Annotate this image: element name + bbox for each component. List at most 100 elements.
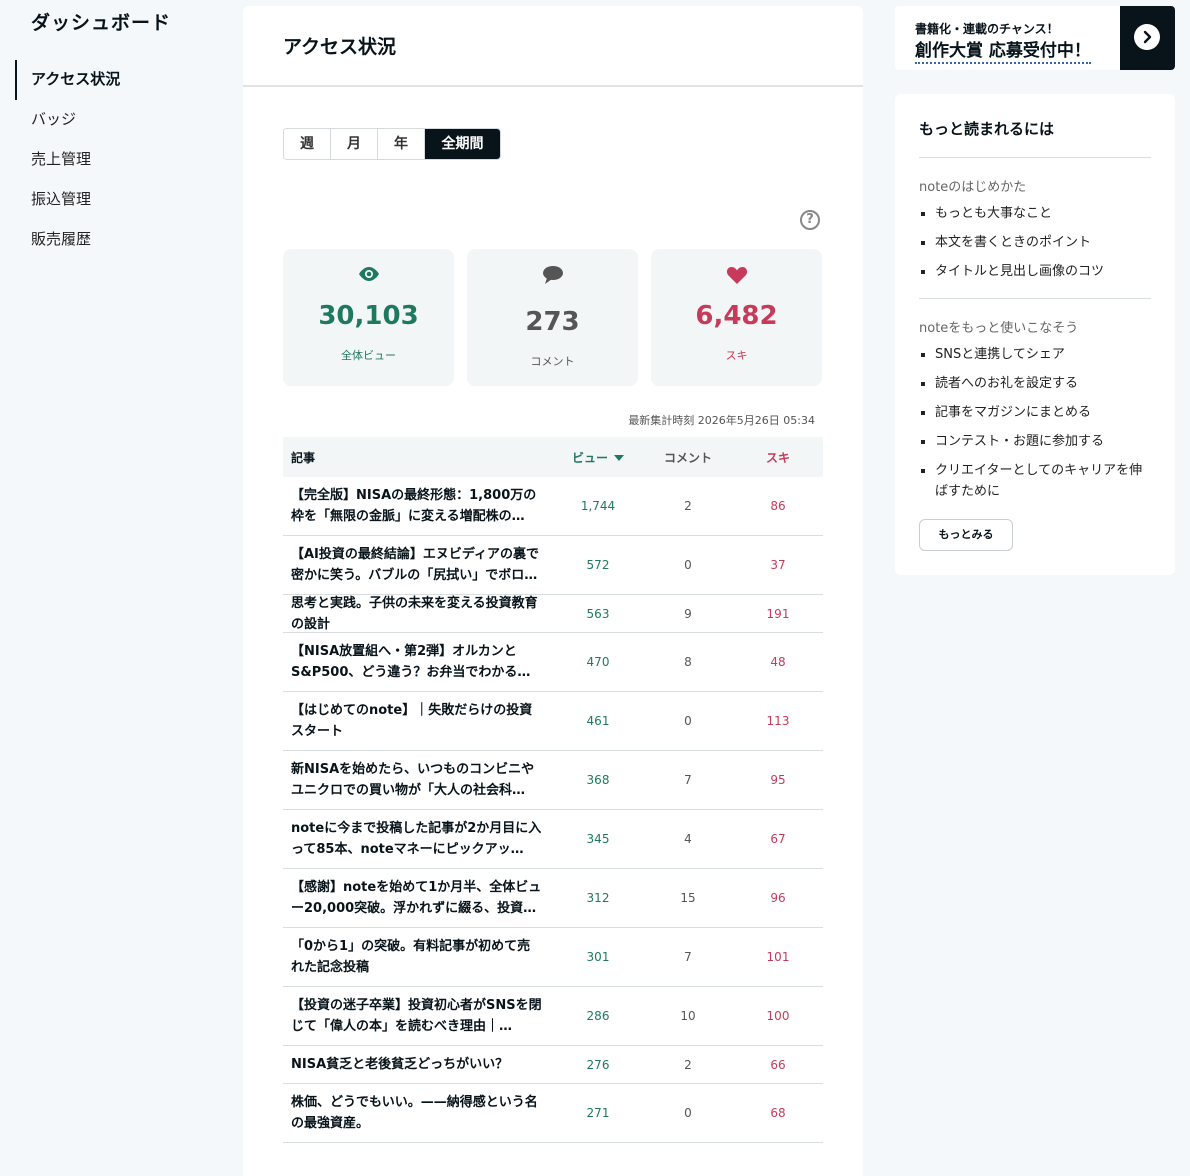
article-comments: 8	[684, 655, 692, 669]
article-likes: 37	[770, 558, 786, 572]
article-views: 470	[586, 655, 610, 669]
table-row[interactable]: 「0から1」の突破。有料記事が初めて売れた記念投稿 301 7 101	[283, 928, 823, 987]
period-tabs: 週 月 年 全期間	[283, 128, 501, 160]
table-row[interactable]: 【投資の迷子卒業】投資初心者がSNSを閉じて「偉人の本」を読むべき理由｜… 286…	[283, 987, 823, 1046]
article-likes: 66	[770, 1057, 786, 1072]
article-views: 563	[586, 606, 610, 621]
tab-month[interactable]: 月	[331, 129, 378, 159]
table-row[interactable]: 新NISAを始めたら、いつものコンビニやユニクロでの買い物が「大人の社会科… 36…	[283, 751, 823, 810]
article-comments: 9	[684, 606, 692, 621]
table-row[interactable]: 【AI投資の最終結論】エヌビディアの裏で密かに笑う。バブルの「尻拭い」でボロ… 5…	[283, 536, 823, 595]
more-button[interactable]: もっとみる	[919, 519, 1013, 551]
table-row[interactable]: 思考と実践。子供の未来を変える投資教育の設計 563 9 191	[283, 595, 823, 633]
article-views: 301	[586, 950, 610, 964]
article-title: 新NISAを始めたら、いつものコンビニやユニクロでの買い物が「大人の社会科…	[291, 762, 535, 798]
sidebar-title: ダッシュボード	[31, 12, 172, 34]
comments-card: 273 コメント	[467, 249, 638, 386]
tab-all-time[interactable]: 全期間	[425, 129, 500, 159]
article-likes: 113	[766, 714, 790, 728]
article-title: 【完全版】NISAの最終形態：1,800万の枠を「無限の金脈」に変える増配株の…	[291, 488, 537, 524]
likes-card: 6,482 スキ	[651, 249, 822, 386]
article-comments: 10	[680, 1009, 696, 1023]
banner-title: 創作大賞 応募受付中！	[915, 36, 1091, 64]
tips-list-advanced: SNSと連携してシェア 読者へのお礼を設定する 記事をマガジンにまとめる コンテ…	[935, 344, 1155, 510]
article-likes: 86	[770, 499, 786, 513]
stats-cards: 30,103 全体ビュー 273 コメント 6,482 スキ	[283, 249, 822, 386]
article-comments: 2	[684, 1057, 692, 1072]
article-likes: 96	[770, 891, 786, 905]
tip-link[interactable]: もっとも大事なこと	[935, 203, 1155, 224]
heart-icon	[651, 265, 822, 287]
article-views: 368	[586, 773, 610, 787]
divider	[919, 157, 1151, 158]
sidebar-item-sales-history[interactable]: 販売履歴	[31, 219, 91, 259]
article-views: 572	[586, 558, 610, 572]
table-row[interactable]: 【完全版】NISAの最終形態：1,800万の枠を「無限の金脈」に変える増配株の……	[283, 477, 823, 536]
tab-year[interactable]: 年	[378, 129, 425, 159]
header-views[interactable]: ビュー	[553, 449, 643, 466]
active-indicator	[15, 60, 17, 100]
article-likes: 95	[770, 773, 786, 787]
chevron-right-icon	[1134, 24, 1160, 50]
article-title: 株価、どうでもいい。——納得感という名の最強資産。	[291, 1095, 538, 1131]
panel-header: アクセス状況	[243, 6, 863, 87]
table-row[interactable]: noteに今まで投稿した記事が2か月目に入って85本、noteマネーにピックアッ…	[283, 810, 823, 869]
divider	[919, 298, 1151, 299]
tip-link[interactable]: コンテスト・お題に参加する	[935, 431, 1155, 452]
comments-total: 273	[525, 307, 580, 337]
section-heading: noteをもっと使いこなそう	[919, 321, 1079, 336]
article-likes: 100	[766, 1009, 790, 1023]
article-views: 1,744	[580, 499, 616, 513]
tip-link[interactable]: SNSと連携してシェア	[935, 344, 1155, 365]
tab-week[interactable]: 週	[284, 129, 331, 159]
question-circle-icon[interactable]: ?	[800, 210, 820, 230]
banner-arrow	[1120, 6, 1175, 70]
table-row[interactable]: 株価、どうでもいい。——納得感という名の最強資産。 271 0 68	[283, 1084, 823, 1143]
contest-banner[interactable]: 書籍化・連載のチャンス！ 創作大賞 応募受付中！	[895, 6, 1175, 70]
article-likes: 191	[766, 606, 790, 621]
tips-card: もっと読まれるには noteのはじめかた もっとも大事なこと 本文を書くときのポ…	[895, 94, 1175, 575]
article-title: 「0から1」の突破。有料記事が初めて売れた記念投稿	[291, 939, 531, 975]
header-comments[interactable]: コメント	[643, 449, 733, 466]
article-views: 345	[586, 832, 610, 846]
comments-label: コメント	[530, 355, 575, 368]
table-row[interactable]: 【NISA放置組へ・第2弾】オルカンとS&P500、どう違う？お弁当でわかる「自…	[283, 633, 823, 692]
banner-subtitle: 書籍化・連載のチャンス！	[915, 22, 1059, 36]
article-views: 461	[586, 714, 610, 728]
article-views: 271	[586, 1106, 610, 1120]
last-updated: 最新集計時刻 2026年5月26日 05:34	[628, 414, 815, 427]
section-heading: noteのはじめかた	[919, 180, 1027, 195]
article-likes: 68	[770, 1106, 786, 1120]
article-likes: 48	[770, 655, 786, 669]
article-title: 【NISA放置組へ・第2弾】オルカンとS&P500、どう違う？お弁当でわかる「自…	[291, 644, 518, 680]
article-title: 【AI投資の最終結論】エヌビディアの裏で密かに笑う。バブルの「尻拭い」でボロ…	[291, 547, 539, 583]
header-title: 記事	[291, 450, 316, 465]
sidebar-item-transfers[interactable]: 振込管理	[31, 179, 91, 219]
views-card: 30,103 全体ビュー	[283, 249, 454, 386]
sidebar-item-sales[interactable]: 売上管理	[31, 139, 91, 179]
likes-total: 6,482	[695, 301, 778, 331]
article-comments: 4	[684, 832, 692, 846]
article-views: 286	[586, 1009, 610, 1023]
article-comments: 7	[684, 773, 692, 787]
tip-link[interactable]: 読者へのお礼を設定する	[935, 373, 1155, 394]
page-title: アクセス状況	[283, 36, 397, 58]
sidebar-item-access[interactable]: アクセス状況	[31, 59, 120, 99]
speech-bubble-icon	[467, 265, 638, 287]
article-comments: 7	[684, 950, 692, 964]
header-views-label: ビュー	[571, 450, 608, 465]
sidebar-item-badges[interactable]: バッジ	[31, 99, 76, 139]
table-row[interactable]: NISA貧乏と老後貧乏どっちがいい？ 276 2 66	[283, 1046, 823, 1084]
tip-link[interactable]: タイトルと見出し画像のコツ	[935, 261, 1155, 282]
article-title: 思考と実践。子供の未来を変える投資教育の設計	[291, 595, 538, 632]
tips-list-basics: もっとも大事なこと 本文を書くときのポイント タイトルと見出し画像のコツ	[935, 203, 1155, 290]
article-likes: 67	[770, 832, 786, 846]
table-row[interactable]: 【感謝】noteを始めて1か月半、全体ビュー20,000突破。浮かれずに綴る、投…	[283, 869, 823, 928]
tip-link[interactable]: クリエイターとしてのキャリアを伸ばすために	[935, 460, 1155, 502]
table-row[interactable]: 【はじめてのnote】｜失敗だらけの投資スタート 461 0 113	[283, 692, 823, 751]
header-likes[interactable]: スキ	[733, 449, 823, 466]
tip-link[interactable]: 記事をマガジンにまとめる	[935, 402, 1155, 423]
article-views: 276	[586, 1057, 610, 1072]
dashboard-sidebar: ダッシュボード アクセス状況 バッジ 売上管理 振込管理 販売履歴	[0, 0, 230, 1176]
tip-link[interactable]: 本文を書くときのポイント	[935, 232, 1155, 253]
